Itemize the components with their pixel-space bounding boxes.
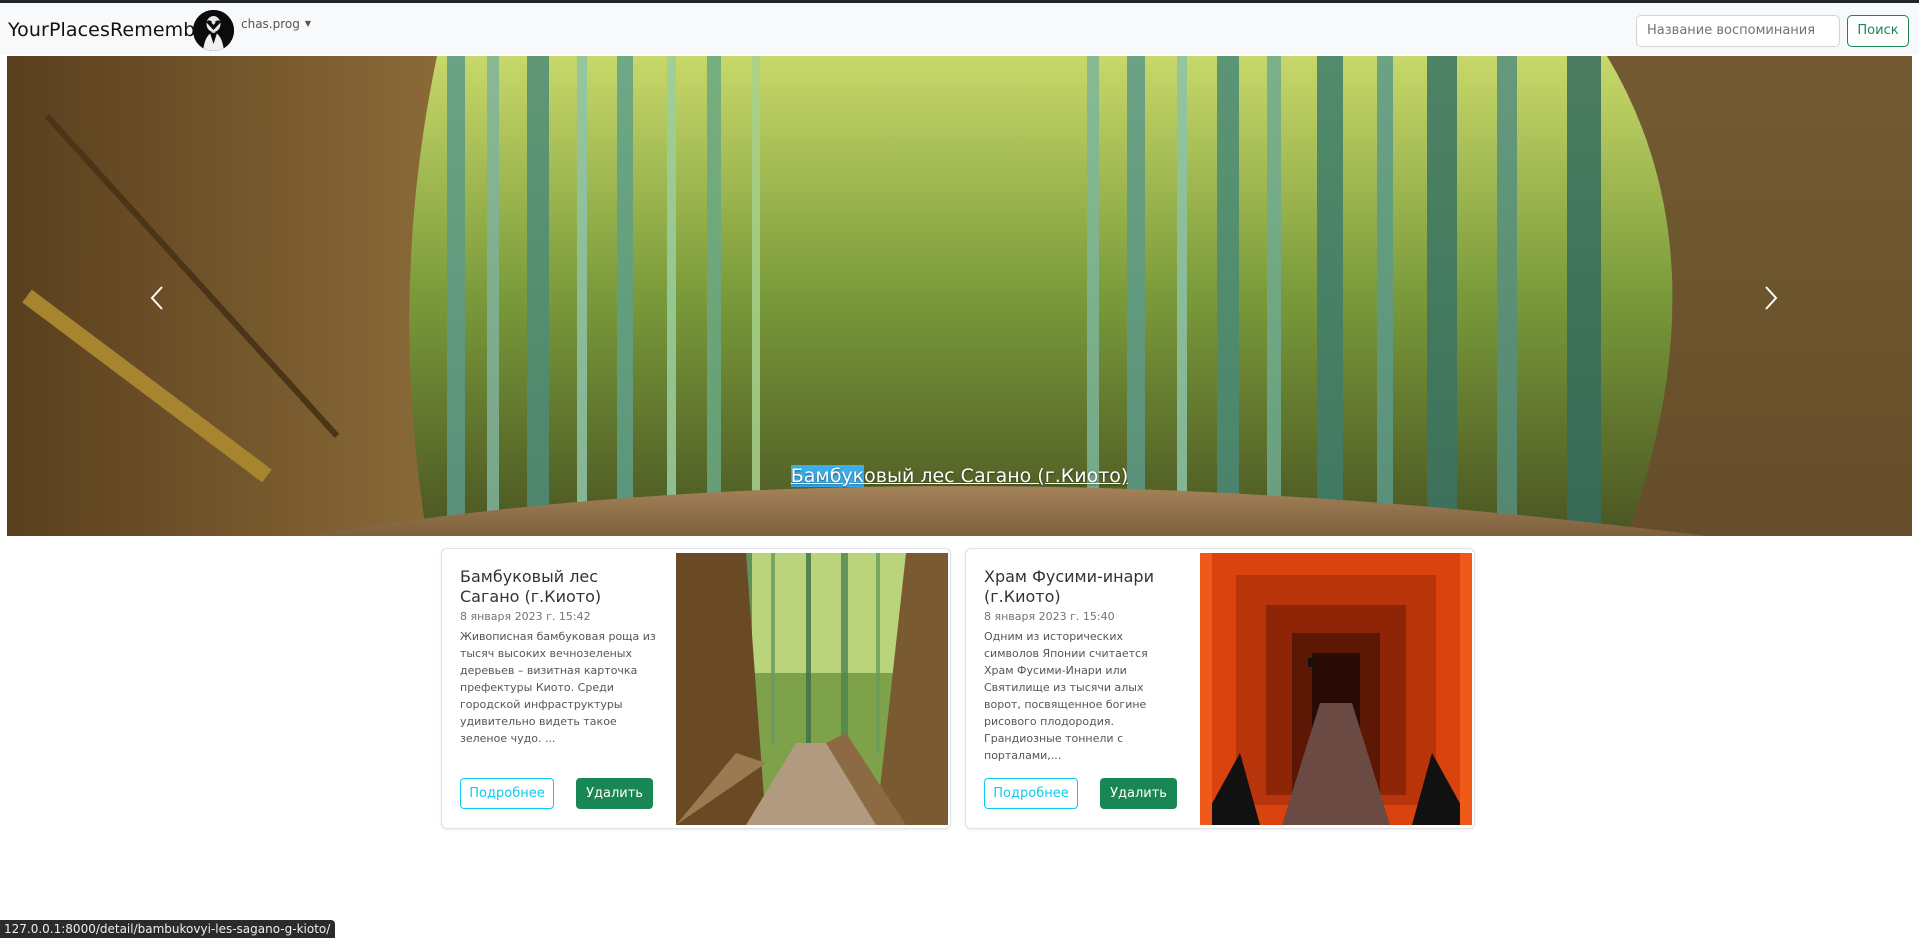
carousel-next-button[interactable] [1751,278,1791,318]
carousel-prev-button[interactable] [137,278,177,318]
details-button[interactable]: Подробнее [460,778,554,809]
carousel-slide-image [7,56,1912,536]
carousel-caption-link[interactable]: Бамбуковый лес Сагано (г.Киото) [7,465,1912,487]
carousel: Бамбуковый лес Сагано (г.Киото) [7,56,1912,536]
user-dropdown[interactable]: chas.prog ▼ [241,17,311,31]
search-input[interactable]: Название воспоминания [1636,15,1840,47]
card-title: Храм Фусими-инари (г.Киото) [984,567,1154,606]
memory-card: Бамбуковый лес Сагано (г.Киото) 8 января… [441,548,951,829]
caption-selected-text: Бамбук [790,465,865,487]
browser-status-bar: 127.0.0.1:8000/detail/bambukovyi-les-sag… [0,920,336,938]
card-description: Одним из исторических символов Японии сч… [984,630,1148,762]
brand-link[interactable]: YourPlacesRemember [8,19,215,41]
memory-card: Храм Фусими-инари (г.Киото) 8 января 202… [965,548,1475,829]
caption-text: овый лес Сагано (г.Киото) [864,465,1129,487]
delete-button[interactable]: Удалить [1100,778,1177,809]
card-image [676,553,948,825]
caret-down-icon: ▼ [304,19,312,28]
search-button[interactable]: Поиск [1847,15,1909,47]
chevron-right-icon [1765,286,1778,310]
card-date: 8 января 2023 г. 15:40 [984,610,1115,623]
chevron-left-icon [150,286,163,310]
card-date: 8 января 2023 г. 15:42 [460,610,591,623]
details-button[interactable]: Подробнее [984,778,1078,809]
navbar: YourPlacesRemember chas.prog ▼ Название в… [0,3,1919,55]
username-label: chas.prog [241,17,300,31]
card-description: Живописная бамбуковая роща из тысяч высо… [460,630,656,745]
card-title: Бамбуковый лес Сагано (г.Киото) [460,567,602,606]
user-avatar[interactable] [193,10,234,51]
card-image [1200,553,1472,825]
delete-button[interactable]: Удалить [576,778,653,809]
